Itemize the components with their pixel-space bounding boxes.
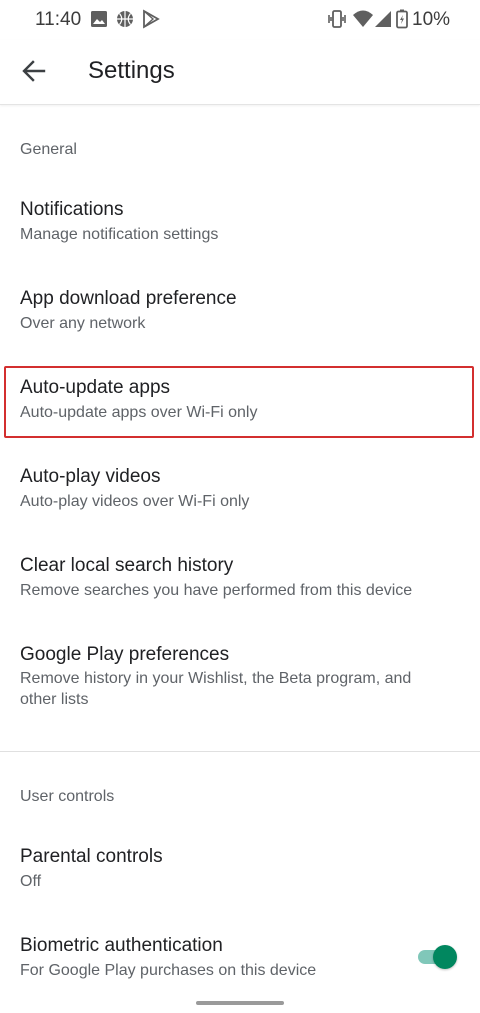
play-store-icon: [143, 9, 160, 29]
setting-subtitle: Manage notification settings: [20, 226, 219, 243]
battery-icon: [396, 9, 408, 29]
image-icon: [91, 11, 107, 27]
setting-parental-controls[interactable]: Parental controls Off: [0, 827, 480, 915]
status-time: 11:40: [35, 9, 82, 30]
gesture-nav-handle[interactable]: [196, 1001, 284, 1005]
setting-auto-play-videos[interactable]: Auto-play videos Auto-play videos over W…: [0, 447, 480, 535]
setting-title: Auto-play videos: [20, 466, 161, 487]
setting-title: Clear local search history: [20, 555, 234, 576]
page-title: Settings: [88, 57, 175, 84]
back-arrow-icon[interactable]: [20, 57, 48, 85]
section-header-user-controls: User controls: [20, 788, 115, 805]
setting-title: Parental controls: [20, 846, 163, 867]
setting-biometric-authentication[interactable]: Biometric authentication For Google Play…: [0, 916, 400, 996]
setting-subtitle: Auto-play videos over Wi-Fi only: [20, 493, 250, 510]
setting-app-download-preference[interactable]: App download preference Over any network: [0, 269, 480, 357]
wifi-icon: [353, 10, 373, 27]
vibrate-icon: [328, 10, 346, 28]
setting-title: Biometric authentication: [20, 935, 223, 956]
setting-subtitle: Remove history in your Wishlist, the Bet…: [20, 670, 412, 708]
app-bar: Settings: [0, 40, 480, 105]
section-header-general: General: [20, 141, 77, 158]
status-bar: 11:40 10%: [0, 0, 480, 40]
signal-icon: [375, 11, 391, 27]
setting-subtitle: Over any network: [20, 315, 146, 332]
setting-subtitle: Off: [20, 873, 42, 890]
setting-clear-search-history[interactable]: Clear local search history Remove search…: [0, 536, 480, 624]
setting-subtitle: Remove searches you have performed from …: [20, 582, 413, 599]
setting-google-play-preferences[interactable]: Google Play preferences Remove history i…: [0, 625, 480, 735]
toggle-thumb: [433, 945, 457, 969]
setting-title: Notifications: [20, 199, 124, 220]
setting-subtitle: For Google Play purchases on this device: [20, 962, 317, 979]
biometric-toggle[interactable]: [416, 944, 457, 970]
battery-percent: 10%: [412, 9, 451, 30]
section-divider: [0, 751, 480, 752]
highlight-box: [4, 366, 474, 438]
setting-title: App download preference: [20, 288, 237, 309]
setting-notifications[interactable]: Notifications Manage notification settin…: [0, 180, 480, 268]
basketball-icon: [117, 11, 133, 27]
setting-title: Google Play preferences: [20, 644, 230, 665]
